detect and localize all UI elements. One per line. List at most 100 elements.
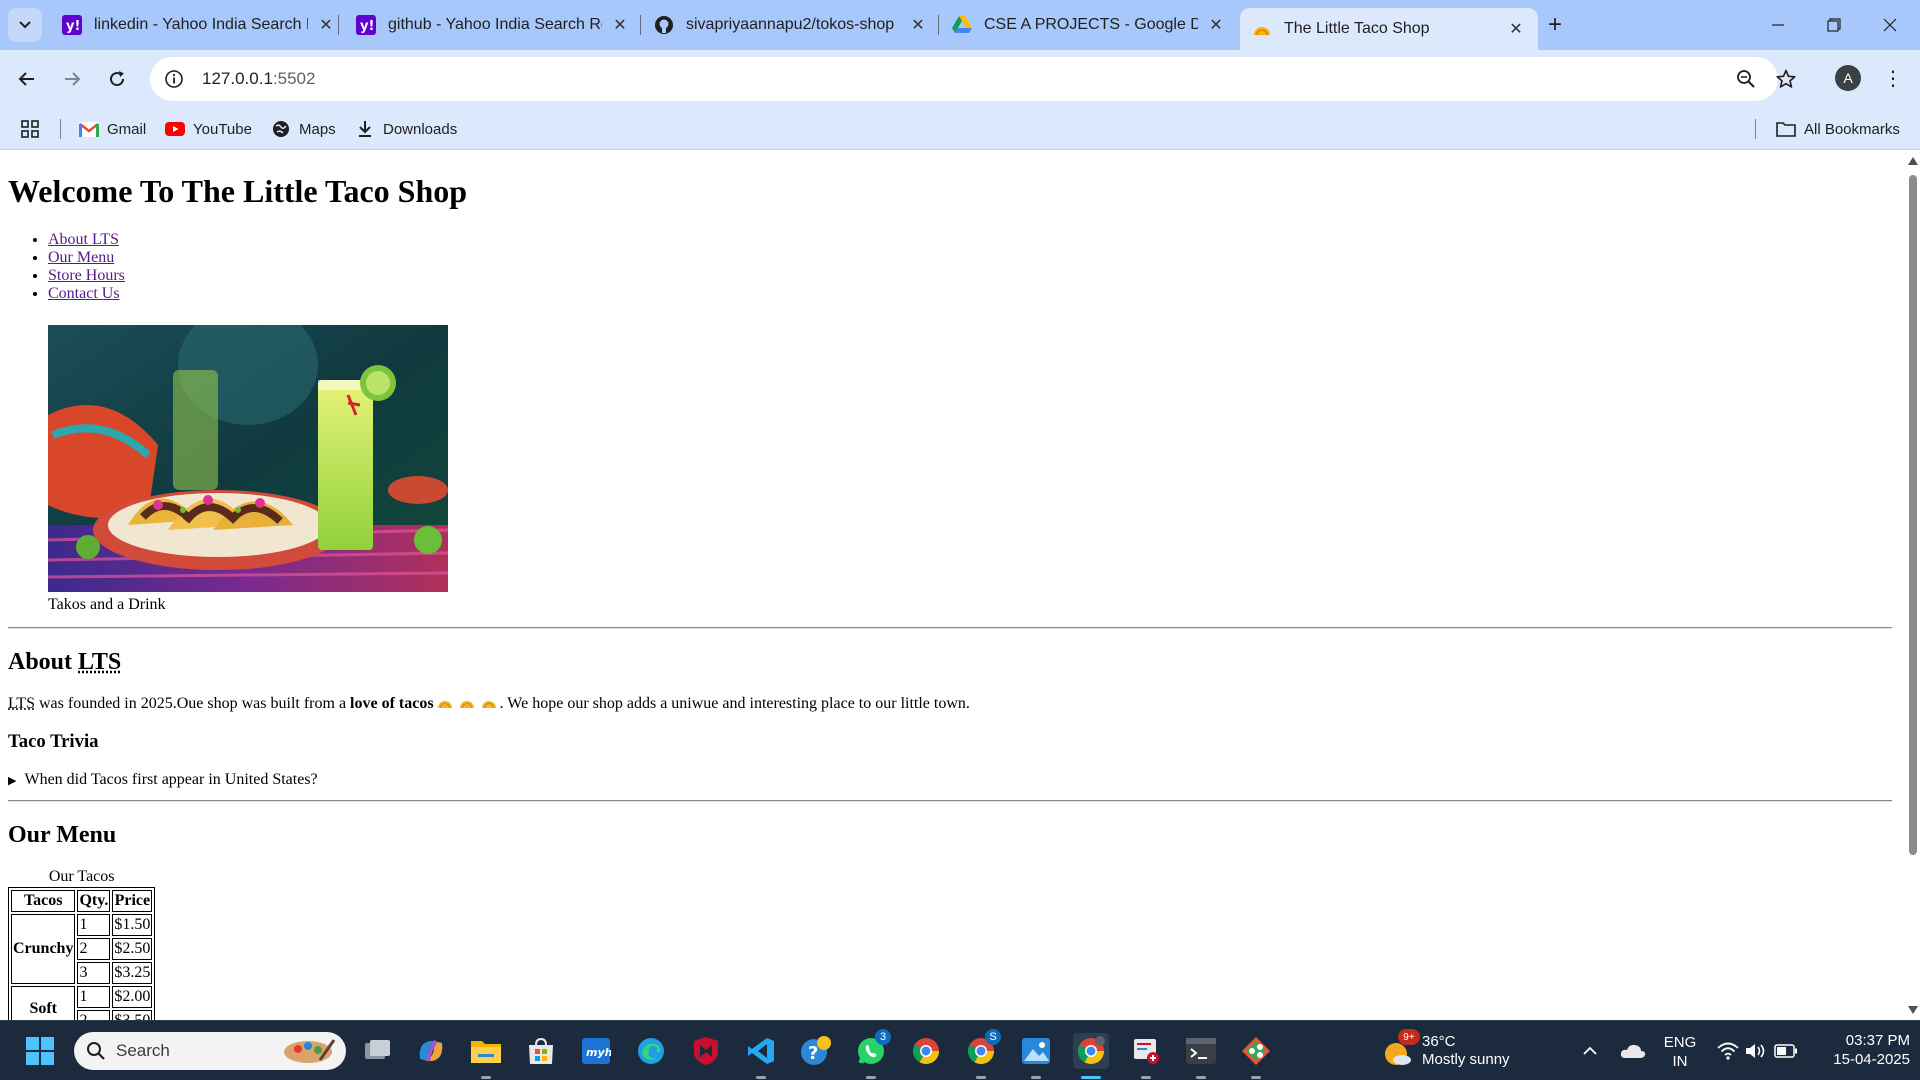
url-host: 127.0.0.1 [202, 69, 273, 88]
weather-widget[interactable]: 9+ 36°C Mostly sunny [1380, 1029, 1510, 1071]
clock[interactable]: 03:37 PM 15-04-2025 [1810, 1031, 1910, 1069]
nav-item: Our Menu [48, 249, 1892, 267]
all-bookmarks-button[interactable]: All Bookmarks [1776, 117, 1900, 141]
volume-icon [1746, 1044, 1765, 1058]
vscode-icon [748, 1038, 774, 1064]
more-menu-icon[interactable]: ⋮ [1878, 63, 1908, 93]
tab-search-button[interactable] [8, 8, 42, 42]
tab-github-search[interactable]: y! github - Yahoo India Search Res ✕ [344, 7, 642, 43]
about-text-2: . We hope our shop adds a uniwue and int… [499, 695, 970, 712]
page-scrollbar[interactable] [1905, 151, 1920, 1020]
snipping-tool-button[interactable] [1128, 1033, 1164, 1069]
wifi-status[interactable] [1713, 1033, 1743, 1069]
close-icon[interactable]: ✕ [908, 15, 928, 35]
taco-favicon [1252, 19, 1272, 39]
chrome-icon [1077, 1036, 1105, 1065]
apps-button[interactable] [20, 117, 48, 141]
chevron-up-icon [1583, 1046, 1597, 1055]
profile-avatar[interactable]: A [1835, 65, 1861, 91]
file-explorer-button[interactable] [468, 1033, 504, 1069]
vscode-button[interactable] [743, 1033, 779, 1069]
snipping-tool-icon [1134, 1039, 1159, 1064]
qty-cell: 1 [77, 986, 111, 1008]
yahoo-icon: y! [62, 15, 82, 35]
whatsapp-button[interactable]: 3 [853, 1029, 891, 1069]
close-icon[interactable]: ✕ [610, 15, 630, 35]
tab-separator [938, 15, 939, 35]
tab-google-drive[interactable]: CSE A PROJECTS - Google Drive ✕ [940, 7, 1238, 43]
terminal-button[interactable] [1183, 1033, 1219, 1069]
onedrive-button[interactable] [1616, 1033, 1650, 1069]
reload-button[interactable] [101, 63, 133, 95]
site-info-icon[interactable] [162, 67, 186, 91]
tab-taco-shop[interactable]: The Little Taco Shop ✕ [1240, 8, 1538, 50]
nav-link-contact[interactable]: Contact Us [48, 285, 120, 302]
close-icon[interactable]: ✕ [316, 15, 336, 35]
bookmark-gmail[interactable]: Gmail [79, 117, 146, 141]
menu-heading: Our Menu [8, 822, 117, 848]
task-view-icon [365, 1040, 390, 1059]
battery-icon [1774, 1044, 1797, 1058]
edge-button[interactable] [633, 1033, 669, 1069]
gmail-icon [79, 119, 99, 139]
table-header-row: Tacos Qty. Price [11, 890, 153, 912]
url-port: :5502 [272, 69, 316, 88]
forward-button[interactable] [56, 63, 88, 95]
volume-status[interactable] [1741, 1033, 1771, 1069]
close-icon[interactable]: ✕ [1206, 15, 1226, 35]
restore-button[interactable] [1806, 0, 1862, 50]
bookmark-star-icon[interactable] [1774, 67, 1798, 91]
taskbar-search[interactable]: Search [74, 1032, 346, 1070]
scroll-up-icon[interactable] [1907, 155, 1919, 167]
nav-link-menu[interactable]: Our Menu [48, 249, 114, 266]
chrome-active-button[interactable] [1073, 1033, 1109, 1069]
row-header-soft: Soft [11, 986, 76, 1020]
windows-taskbar: Search myhp ? 3 S [0, 1020, 1920, 1080]
language-indicator[interactable]: ENG IN [1660, 1033, 1700, 1071]
price-cell: $3.50 [112, 1010, 153, 1020]
back-button[interactable] [11, 63, 43, 95]
about-abbr: LTS [8, 695, 35, 712]
chrome-profile-button[interactable]: S [963, 1029, 1001, 1069]
close-icon[interactable]: ✕ [1506, 19, 1526, 39]
address-bar[interactable]: 127.0.0.1:5502 [150, 57, 1796, 101]
qty-cell: 3 [77, 962, 111, 984]
scroll-thumb[interactable] [1909, 175, 1917, 855]
close-window-button[interactable] [1862, 0, 1918, 50]
photos-button[interactable] [1018, 1033, 1054, 1069]
hp-app-button[interactable]: myhp [578, 1033, 614, 1069]
bookmark-youtube[interactable]: YouTube [165, 117, 252, 141]
battery-status[interactable] [1771, 1033, 1801, 1069]
mcafee-button[interactable] [688, 1033, 724, 1069]
column-header-qty: Qty. [77, 890, 111, 912]
apps-grid-icon [20, 119, 40, 139]
trivia-summary: When did Tacos first appear in United St… [24, 771, 318, 788]
microsoft-store-button[interactable] [523, 1033, 559, 1069]
git-gui-button[interactable] [1238, 1033, 1274, 1069]
bookmark-label: Gmail [107, 120, 147, 138]
start-button[interactable] [22, 1033, 58, 1069]
nav-link-about[interactable]: About LTS [48, 231, 119, 248]
running-indicator [481, 1076, 491, 1079]
task-view-button[interactable] [359, 1033, 395, 1069]
new-tab-button[interactable]: + [1540, 10, 1570, 40]
help-button[interactable]: ? [798, 1033, 834, 1069]
copilot-button[interactable] [413, 1033, 449, 1069]
bookmark-maps[interactable]: Maps [271, 117, 336, 141]
minimize-button[interactable] [1750, 0, 1806, 50]
tacos-figure: Takos and a Drink [48, 325, 1892, 614]
bookmarks-separator [1755, 119, 1756, 139]
bookmark-downloads[interactable]: Downloads [355, 117, 457, 141]
download-icon [355, 119, 375, 139]
trivia-details[interactable]: ▶ When did Tacos first appear in United … [8, 771, 1892, 789]
tab-github-repo[interactable]: sivapriyaannapu2/tokos-shop ✕ [642, 7, 940, 43]
chrome-button[interactable] [908, 1033, 944, 1069]
table-row: Soft 1 $2.00 [11, 986, 153, 1020]
nav-link-hours[interactable]: Store Hours [48, 267, 125, 284]
nav-item: Store Hours [48, 267, 1892, 285]
section-divider [8, 627, 1892, 629]
zoom-icon[interactable] [1734, 67, 1758, 91]
tab-linkedin-search[interactable]: y! linkedin - Yahoo India Search Re ✕ [50, 7, 348, 43]
show-hidden-icons-button[interactable] [1575, 1033, 1605, 1069]
scroll-down-icon[interactable] [1907, 1004, 1919, 1016]
